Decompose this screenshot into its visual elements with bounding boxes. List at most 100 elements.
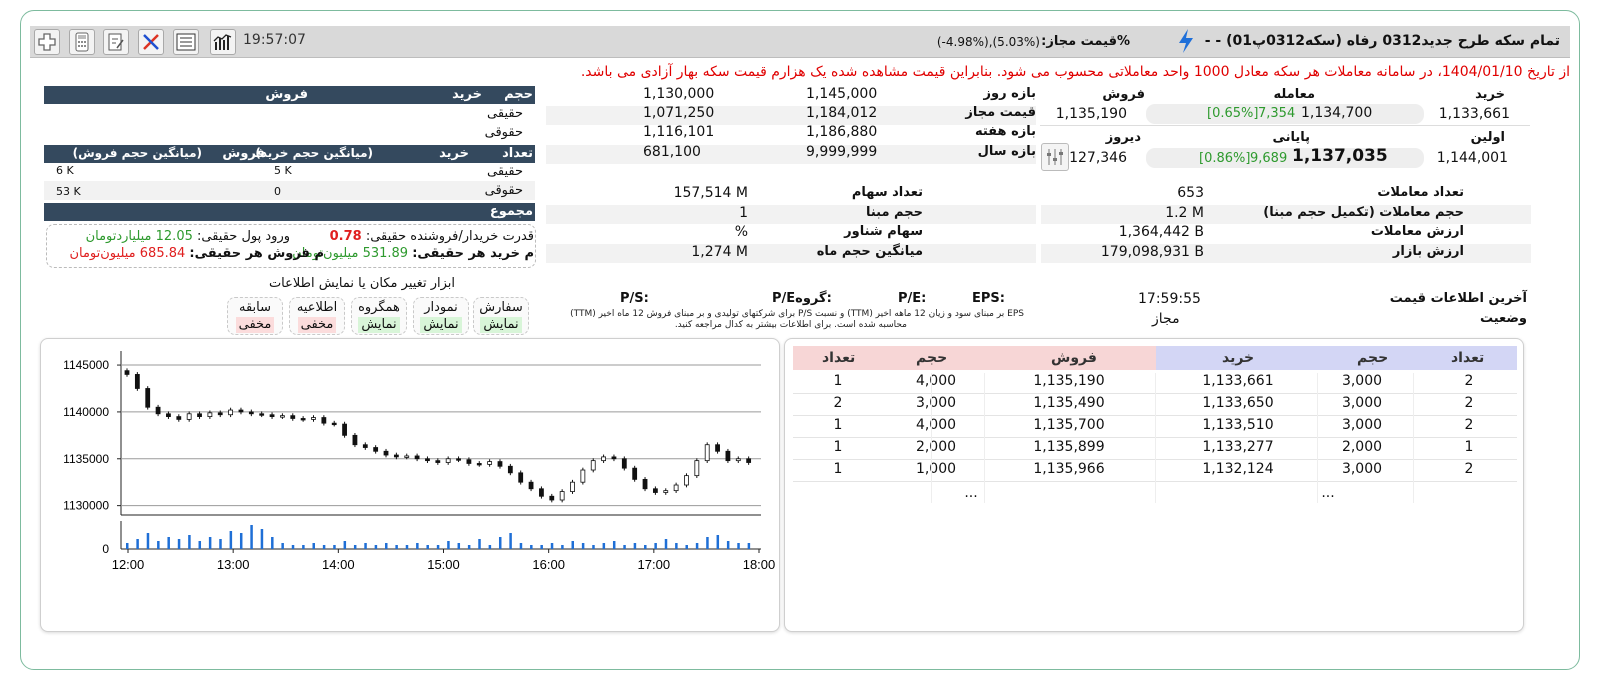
candle-body (694, 460, 700, 477)
volume-bar (695, 543, 699, 549)
volume-bar (737, 543, 740, 549)
volume-bar (706, 537, 709, 549)
tool-label: سابقه (238, 300, 272, 315)
row-individual: حقیقی (487, 106, 523, 121)
buy-price: 1,133,661 (1438, 106, 1510, 122)
candle-body (362, 444, 368, 448)
volume-bar (136, 539, 139, 549)
candle-body (124, 370, 130, 375)
allowed-price-label: %قیمت مجاز: (1041, 34, 1130, 49)
range-max: 1,184,012 (806, 105, 878, 121)
order-book-cell-buy-count: 2 (1464, 395, 1474, 411)
y-tick-label: 1145000 (63, 358, 109, 372)
tool-label: اطلاعیه (296, 300, 338, 315)
volume-bar (385, 543, 388, 549)
volume-bar (395, 545, 398, 549)
candle-body (497, 461, 503, 467)
row2-legal: حقوقی (484, 183, 523, 198)
range-row-bg (546, 106, 1036, 125)
order-book-col-divider (984, 373, 985, 503)
tool-toggle-4[interactable]: سابقه مخفی (227, 297, 283, 335)
volume-bar (146, 533, 150, 549)
range-min: 1,130,000 (643, 86, 715, 102)
chart-bars-icon[interactable] (210, 29, 236, 55)
col-buy: خرید (452, 87, 482, 102)
edit-note-icon[interactable] (103, 29, 129, 55)
candle-body (311, 417, 316, 420)
volume-bar (239, 533, 243, 549)
tool-label: همگروه (358, 300, 400, 315)
list-icon[interactable] (173, 29, 199, 55)
order-book-cell-buy-count: 2 (1464, 417, 1474, 433)
volume-bar (177, 539, 181, 549)
candle-body (228, 409, 234, 416)
allowed-price-value: (-4.98%),(5.03%) (936, 35, 1040, 49)
volume-bar (281, 543, 284, 549)
candle-body (528, 481, 534, 490)
volume-bar (571, 541, 575, 549)
order-book-cell-buy-price: 1,133,510 (1202, 417, 1274, 433)
divider (1040, 125, 1530, 126)
tool-toggle-0[interactable]: سفارش نمایش (473, 297, 529, 335)
x-tick-label: 16:00 (532, 557, 565, 572)
clock-time: 19:57:07 (243, 32, 306, 48)
ratios-note-line1: EPS بر مبنای سود و زیان 12 ماهه اخیر (TT… (570, 309, 1024, 319)
power-ratio: قدرت خریدار/فروشنده حقیقی: 0.78 (330, 229, 534, 244)
status-label: وضعیت (1479, 311, 1527, 326)
range-label: بازه هفته (974, 124, 1036, 139)
range-sliders-icon[interactable] (1041, 143, 1069, 171)
total-bar: مجموع (44, 203, 535, 221)
volume-bar (550, 543, 554, 549)
order-book: تعداد حجم خرید فروش حجم تعداد 2 3,000 1,13… (784, 338, 1524, 632)
volume-bar (302, 545, 305, 549)
candle-body (456, 458, 461, 461)
stat-left-value: % (734, 224, 748, 240)
money-inflow: ورود پول حقیقی: 12.05 میلیاردتومان (86, 229, 290, 244)
last-info-time: 17:59:55 (1138, 291, 1201, 307)
tool-toggle-3[interactable]: اطلاعیه مخفی (289, 297, 345, 335)
chart-panel[interactable]: 1145000 1140000 1135000 1130000 0 12:00 13:00 1… (40, 338, 780, 632)
stat-left-label: تعداد سهام (851, 185, 923, 200)
volume-bar (405, 545, 409, 549)
tools-icon[interactable] (138, 29, 164, 55)
tool-toggle-1[interactable]: نمودار نمایش (413, 297, 469, 335)
price-volume-chart[interactable]: 1145000 1140000 1135000 1130000 012:00 13:00 1… (41, 339, 781, 633)
candle-body (217, 412, 223, 416)
candle-body (435, 460, 441, 463)
tool-state: نمایش (420, 317, 462, 333)
group-pe-label: P/Eگروه: (772, 291, 832, 306)
stat-left-value: 1,274 M (691, 244, 748, 260)
volume-bar (654, 543, 657, 549)
trade-change: 7,354 (1258, 106, 1296, 121)
volume-bar (157, 541, 160, 549)
x-tick-label: 12:00 (112, 557, 145, 572)
volume-bar (188, 535, 191, 549)
x-tick-label: 15:00 (427, 557, 460, 572)
volume-bar (675, 543, 678, 549)
symbol-title: تمام سکه طرح جدید0312 رفاه (سکه0312پ01) … (1204, 33, 1560, 49)
volume-bar (436, 545, 440, 549)
order-book-cell-sell-price: 1,135,190 (1033, 373, 1105, 389)
power-ratio-label: قدرت خریدار/فروشنده حقیقی: (365, 229, 534, 244)
order-book-cell-buy-vol: 3,000 (1341, 395, 1383, 411)
stat-right-label: حجم معاملات (تکمیل حجم مبنا) (1263, 205, 1464, 220)
candle-body (539, 488, 544, 497)
calculator-icon[interactable] (69, 29, 95, 55)
add-icon[interactable] (34, 29, 60, 55)
volume-bar (602, 543, 606, 549)
trade-percent: [0.65%] (1207, 106, 1259, 121)
range-label: بازه روز (983, 86, 1037, 101)
volume-bar (416, 543, 419, 549)
candle-body (300, 418, 306, 421)
status-value: مجاز (1152, 311, 1180, 327)
stat-right-value: 653 (1177, 185, 1204, 201)
volume-bar (260, 529, 264, 549)
stat-right-label: ارزش بازار (1392, 244, 1464, 259)
stat-right-value: 1.2 M (1165, 205, 1204, 221)
tool-toggle-2[interactable]: همگروه نمایش (351, 297, 407, 335)
range-min: 1,071,250 (643, 105, 715, 121)
candle-body (145, 388, 151, 408)
candle-body (590, 460, 596, 471)
trade-label: معامله (1273, 87, 1315, 102)
order-book-col-divider (1413, 373, 1414, 503)
